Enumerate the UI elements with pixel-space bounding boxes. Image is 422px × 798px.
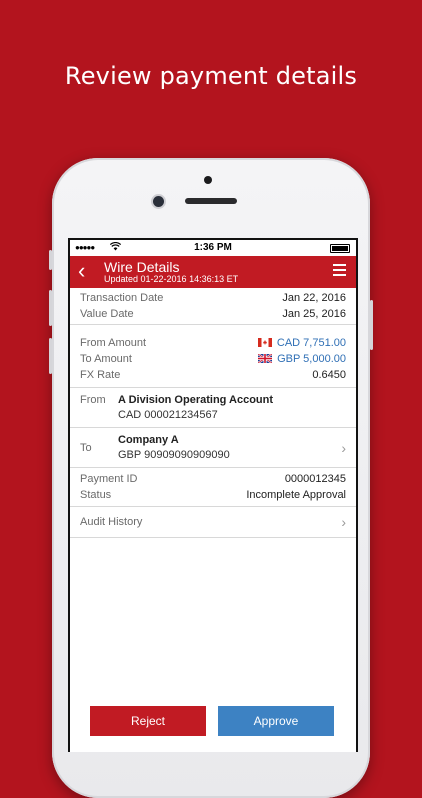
transaction-date-row: Transaction Date Jan 22, 2016 [80,290,346,306]
volume-down-button [49,338,52,374]
earpiece-speaker [185,198,237,204]
from-amount-value: CAD 7,751.00 [276,337,346,349]
to-amount-label: To Amount [80,353,132,365]
payment-section: Payment ID 0000012345 Status Incomplete … [70,468,356,507]
beneficiary-account: GBP 90909090909090 [118,449,230,461]
amounts-section: From Amount CAD 7,751.00 To Amount GBP 5… [70,325,356,388]
headline: Review payment details [64,62,358,90]
from-account-name: A Division Operating Account [118,394,274,406]
reject-button[interactable]: Reject [90,706,206,736]
action-bar: Reject Approve [70,704,356,752]
beneficiary-name: Company A [118,434,179,446]
to-beneficiary-row[interactable]: To Company A GBP 90909090909090 › [70,428,356,468]
dates-section: Transaction Date Jan 22, 2016 Value Date… [70,288,356,325]
app-screen: ●●●●● 1:36 PM ‹ Wire Details Updated 01-… [68,238,358,752]
to-label: To [80,441,92,454]
status-row: Status Incomplete Approval [80,487,346,503]
from-amount-row: From Amount CAD 7,751.00 [80,335,346,351]
mute-switch [49,250,52,270]
value-date-label: Value Date [80,308,134,320]
power-button [370,300,373,350]
front-camera [153,196,164,207]
camera-dot [204,176,212,184]
uk-flag-icon [258,354,273,363]
to-amount-value: GBP 5,000.00 [277,353,346,365]
updated-timestamp: Updated 01-22-2016 14:36:13 ET [104,274,239,284]
to-amount-row: To Amount GBP 5,000.00 [80,351,346,367]
status-value: Incomplete Approval [246,489,346,501]
page-title: Wire Details [104,259,180,275]
value-date-value: Jan 25, 2016 [282,308,346,320]
approve-button[interactable]: Approve [218,706,334,736]
hamburger-menu-icon[interactable] [333,264,346,279]
value-date-row: Value Date Jan 25, 2016 [80,306,346,322]
payment-id-label: Payment ID [80,473,138,485]
transaction-date-value: Jan 22, 2016 [282,292,346,304]
fx-rate-value: 0.6450 [312,369,346,381]
canada-flag-icon [257,338,272,347]
fx-rate-row: FX Rate 0.6450 [80,367,346,383]
back-chevron-icon[interactable]: ‹ [78,259,85,283]
from-account-row: From A Division Operating Account CAD 00… [70,388,356,428]
status-label: Status [80,489,112,501]
chevron-right-icon: › [341,439,346,456]
audit-history-label: Audit History [80,516,143,528]
payment-id-row: Payment ID 0000012345 [80,471,346,487]
status-bar: ●●●●● 1:36 PM [70,240,356,256]
nav-bar: ‹ Wire Details Updated 01-22-2016 14:36:… [70,256,356,288]
from-amount-label: From Amount [80,337,147,349]
volume-up-button [49,290,52,326]
transaction-date-label: Transaction Date [80,292,164,304]
fx-rate-label: FX Rate [80,369,121,381]
chevron-right-icon: › [341,514,346,530]
from-account-number: CAD 000021234567 [118,409,218,421]
from-label: From [80,394,106,406]
audit-history-row[interactable]: Audit History › [70,507,356,538]
status-time: 1:36 PM [194,242,232,253]
payment-id-value: 0000012345 [284,473,346,485]
battery-icon [330,244,350,253]
